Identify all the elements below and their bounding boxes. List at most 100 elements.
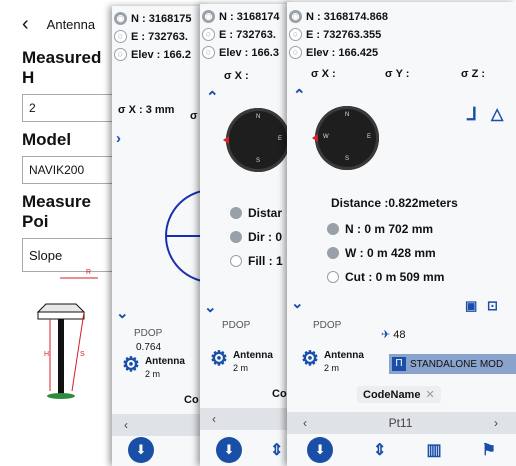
point-nav-bar: ‹ Pt11 › [287, 412, 516, 434]
point-name: Pt11 [388, 416, 413, 430]
up-down-icon[interactable]: ⇕ [373, 440, 386, 460]
location-pin-button[interactable]: ⬇ [216, 437, 242, 463]
northing-row: ◉ N : 3168175 [114, 12, 192, 25]
northing-row: ◉ N : 3168174 [202, 10, 280, 23]
pdop-label: PDOP [134, 328, 163, 339]
northing-row: ◉ N : 3168174.868 [289, 10, 388, 23]
prev-point-icon[interactable]: ‹ [124, 418, 128, 432]
mode-badge[interactable]: Π STANDALONE MOD [389, 354, 516, 374]
map-icon[interactable]: ▥ [426, 440, 441, 460]
code-name-chip[interactable]: CodeName ✕ [357, 386, 441, 403]
west-offset-icon [327, 247, 339, 259]
north-offset-row: N : 0 m 702 mm [327, 222, 433, 236]
back-icon[interactable]: ‹ [22, 13, 29, 36]
collapse-icon[interactable]: ⌄ [291, 294, 304, 312]
antenna-gear-icon: ⚙ [122, 354, 140, 376]
easting-row: ○ E : 732763. [114, 30, 188, 43]
pin-tool-icon[interactable]: ⚑ [482, 440, 496, 460]
location-pin-button[interactable]: ⬇ [307, 437, 334, 463]
collapse-icon[interactable]: ⌄ [116, 304, 129, 322]
elevation-row: ○ Elev : 166.2 [114, 48, 191, 61]
diagram-r-label: R [86, 269, 91, 276]
focus-icon[interactable]: ⊡ [487, 298, 498, 314]
map-layers-icon[interactable]: ▣ [465, 298, 477, 314]
diagram-s-label: S [80, 351, 85, 358]
prev-point-icon[interactable]: ‹ [212, 412, 216, 426]
antenna-title: Antenna [46, 16, 96, 32]
antenna-gear-icon: ⚙ [210, 348, 228, 370]
expand-up-icon[interactable]: ⌃ [206, 88, 219, 106]
antenna-info[interactable]: ⚙ Antenna 2 m [301, 349, 364, 373]
sigma-x: σ X : [311, 68, 336, 80]
ruler-icon[interactable]: △ [491, 104, 503, 124]
north-offset-icon [327, 223, 339, 235]
elevation-row: ○ Elev : 166.3 [202, 46, 279, 59]
elevation-icon: ○ [114, 48, 127, 61]
measured-height-input[interactable]: 2 [22, 94, 118, 122]
antenna-info[interactable]: ⚙ Antenna 2 m [210, 348, 273, 373]
clear-code-icon[interactable]: ✕ [425, 388, 434, 401]
northing-icon: ◉ [114, 12, 127, 25]
dir-row: Dir : 0 [230, 230, 282, 244]
bottom-nav: ⬇ [112, 434, 208, 466]
model-label: Model [22, 130, 72, 149]
northing-icon: ◉ [202, 10, 215, 23]
expand-right-icon[interactable]: › [116, 130, 121, 147]
easting-row: ○ E : 732763. [202, 28, 276, 41]
antenna-header: ‹ Antenna [0, 0, 118, 48]
code-name-partial[interactable]: Co [184, 394, 199, 406]
expand-up-icon[interactable]: ⌃ [293, 86, 306, 104]
sigma-x: σ X : 3 mm [118, 104, 175, 116]
west-offset-row: W : 0 m 428 mm [327, 246, 436, 260]
fill-icon [230, 255, 242, 267]
antenna-base [37, 311, 85, 320]
easting-icon: ○ [202, 28, 215, 41]
antenna-pole [58, 319, 64, 397]
pdop-label: PDOP [222, 320, 251, 331]
point-nav-bar: ‹ [112, 414, 208, 436]
model-input[interactable]: NAVIK200 [22, 156, 118, 184]
antenna-diagram-area: R H S [0, 256, 118, 466]
easting-icon: ○ [114, 30, 127, 43]
next-point-icon[interactable]: › [494, 416, 498, 430]
easting-icon: ○ [289, 28, 302, 41]
stakeout-panel-2: ◉ N : 3168175 ○ E : 732763. ○ Elev : 166.2 … [112, 6, 208, 466]
distance-icon [230, 207, 242, 219]
distance-text: Distance :0.822meters [331, 196, 458, 210]
pdop-value: 0.764 [136, 342, 162, 353]
compass-n: N [345, 112, 350, 118]
dir-icon [230, 231, 242, 243]
satellite-icon: ✈ [381, 329, 391, 341]
antenna-info[interactable]: ⚙ Antenna 2 m [122, 354, 185, 379]
ground-mark [47, 393, 75, 399]
stakeout-panel-4: ◉ N : 3168174.868 ○ E : 732763.355 ○ Elev :… [287, 2, 516, 466]
up-down-icon[interactable]: ⇕ [270, 440, 283, 460]
sigma-x: σ X : [224, 70, 249, 82]
bottom-nav: ⬇ ⇕ ▥ ⚑ [287, 434, 516, 466]
stakeout-panel-3: ◉ N : 3168174 ○ E : 732763. ○ Elev : 166.3 … [200, 4, 294, 466]
north-marker-icon [223, 136, 229, 144]
compass-w: W [323, 134, 329, 140]
satellite-row: ✈ 48 [381, 329, 406, 341]
antenna-head [36, 303, 86, 313]
prev-point-icon[interactable]: ‹ [303, 416, 307, 430]
compass-e: E [278, 136, 283, 142]
compass-n: N [256, 114, 261, 120]
elevation-icon: ○ [289, 46, 302, 59]
cut-icon [327, 271, 339, 283]
compass-s: S [256, 158, 261, 164]
collapse-icon[interactable]: ⌄ [204, 298, 217, 316]
distance-row: Distar [230, 206, 282, 220]
north-marker-icon [312, 134, 318, 142]
easting-row: ○ E : 732763.355 [289, 28, 381, 41]
elevation-row: ○ Elev : 166.425 [289, 46, 378, 59]
compass-e: E [367, 134, 372, 140]
location-pin-button[interactable]: ⬇ [128, 437, 154, 463]
code-name-partial[interactable]: Co [272, 388, 287, 400]
sigma-z: σ Z : [461, 68, 486, 80]
gps-mode-icon: Π [392, 357, 406, 371]
axis-icon[interactable]: ⅃ [467, 104, 477, 125]
northing-icon: ◉ [289, 10, 302, 23]
elevation-icon: ○ [202, 46, 215, 59]
diagram-h-label: H [44, 351, 49, 358]
